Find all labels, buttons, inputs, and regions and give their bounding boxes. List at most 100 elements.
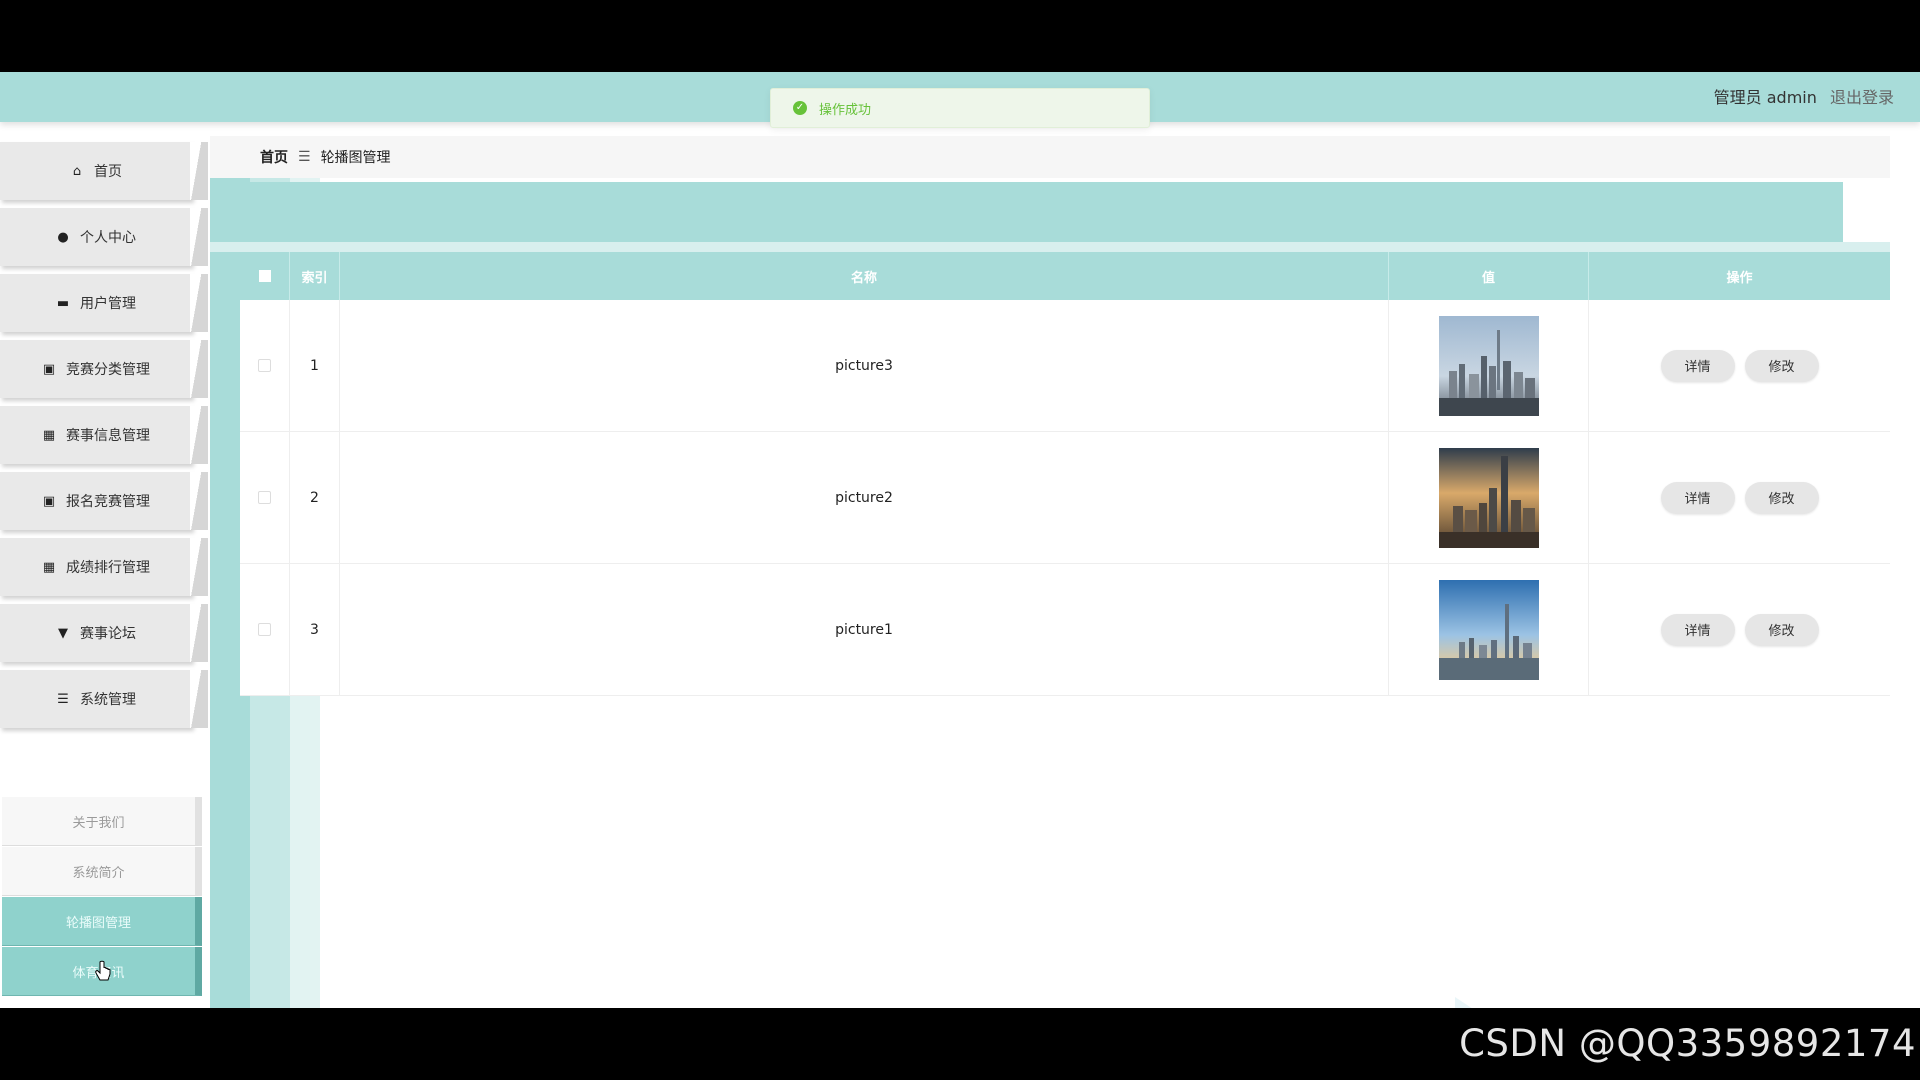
sidebar-item-label: 系统管理: [80, 692, 136, 708]
content-banner-edge: [210, 242, 1890, 252]
menu-wedge: [190, 208, 208, 266]
menu-slab[interactable]: ▼ 赛事论坛: [0, 604, 192, 662]
row-actions: 详情 修改: [1589, 432, 1890, 563]
menu-slab[interactable]: ⌂ 首页: [0, 142, 192, 200]
edit-button[interactable]: 修改: [1744, 481, 1819, 514]
play-logo-icon: [1455, 997, 1472, 1008]
sidebar-item-label: 赛事信息管理: [66, 428, 150, 444]
sidebar-item-users[interactable]: ▬ 用户管理: [0, 274, 210, 332]
row-index: 1: [290, 300, 340, 431]
menu-slab[interactable]: ☰ 系统管理: [0, 670, 192, 728]
sidebar-item-forum[interactable]: ▼ 赛事论坛: [0, 604, 210, 662]
column-index: 索引: [290, 252, 340, 300]
row-actions: 详情 修改: [1589, 300, 1890, 431]
row-name: picture2: [340, 432, 1389, 563]
menu-wedge: [190, 604, 208, 662]
table-row: 2 picture2 详情 修改: [240, 432, 1890, 564]
edit-button[interactable]: 修改: [1744, 349, 1819, 382]
list-icon: ☰: [57, 691, 69, 707]
column-value: 值: [1389, 252, 1589, 300]
sidebar-item-label: 成绩排行管理: [66, 560, 150, 576]
screen: 管理员 admin 退出登录 ✓ 操作成功 首页 ☰ 轮播图管理 索引 名称 值…: [0, 0, 1920, 1080]
edit-button[interactable]: 修改: [1744, 613, 1819, 646]
sidebar-item-events[interactable]: ▦ 赛事信息管理: [0, 406, 210, 464]
row-index: 2: [290, 432, 340, 563]
sidebar-item-label: 竞赛分类管理: [66, 362, 150, 378]
sidebar-item-registration[interactable]: ▣ 报名竞赛管理: [0, 472, 210, 530]
user-icon: ●: [57, 229, 69, 245]
menu-wedge: [190, 472, 208, 530]
row-name: picture1: [340, 564, 1389, 695]
city-skyline-thumbnail[interactable]: [1438, 447, 1539, 548]
row-actions: 详情 修改: [1589, 564, 1890, 695]
menu-slab[interactable]: ● 个人中心: [0, 208, 192, 266]
sidebar-item-ranking[interactable]: ▦ 成绩排行管理: [0, 538, 210, 596]
breadcrumb: 首页 ☰ 轮播图管理: [210, 136, 1890, 178]
city-skyline-thumbnail[interactable]: [1438, 579, 1539, 680]
row-select: [240, 564, 290, 695]
table-row: 1 picture3 详情 修改: [240, 300, 1890, 432]
submenu-intro[interactable]: 系统简介: [2, 847, 202, 896]
table-row: 3 picture1 详情 修改: [240, 564, 1890, 696]
sidebar-item-label: 报名竞赛管理: [66, 494, 150, 510]
chat-icon: ▬: [56, 295, 70, 311]
menu-slab[interactable]: ▦ 成绩排行管理: [0, 538, 192, 596]
row-select: [240, 432, 290, 563]
watermark: CSDN @QQ3359892174: [1459, 1022, 1916, 1065]
sidebar-item-label: 首页: [94, 164, 122, 180]
home-icon: ⌂: [72, 163, 82, 179]
table-header: 索引 名称 值 操作: [240, 252, 1890, 300]
submenu-about[interactable]: 关于我们: [2, 797, 202, 846]
menu-slab[interactable]: ▬ 用户管理: [0, 274, 192, 332]
menu-wedge: [190, 340, 208, 398]
clipboard-icon: ▣: [42, 361, 56, 377]
row-value: [1389, 564, 1589, 695]
row-value: [1389, 300, 1589, 431]
toast-message: 操作成功: [819, 102, 872, 118]
menu-wedge: [190, 406, 208, 464]
breadcrumb-home[interactable]: 首页: [260, 147, 288, 167]
sidebar-item-category[interactable]: ▣ 竞赛分类管理: [0, 340, 210, 398]
sidebar-item-label: 赛事论坛: [80, 626, 136, 642]
sidebar-item-home[interactable]: ⌂ 首页: [0, 142, 210, 200]
check-circle-icon: ✓: [793, 101, 807, 115]
menu-wedge: [190, 538, 208, 596]
success-toast: ✓ 操作成功: [770, 88, 1150, 128]
grid-icon: ▦: [42, 559, 56, 575]
menu-slab[interactable]: ▣ 竞赛分类管理: [0, 340, 192, 398]
menu-icon: ☰: [298, 149, 311, 165]
select-all-checkbox[interactable]: [258, 270, 271, 282]
row-value: [1389, 432, 1589, 563]
submenu-carousel[interactable]: 轮播图管理: [2, 897, 202, 946]
row-checkbox[interactable]: [258, 491, 271, 504]
comment-icon: ▼: [58, 625, 68, 641]
city-skyline-thumbnail[interactable]: [1438, 315, 1539, 416]
detail-button[interactable]: 详情: [1660, 349, 1735, 382]
sidebar-item-system[interactable]: ☰ 系统管理: [0, 670, 210, 728]
menu-slab[interactable]: ▣ 报名竞赛管理: [0, 472, 192, 530]
menu-slab[interactable]: ▦ 赛事信息管理: [0, 406, 192, 464]
detail-button[interactable]: 详情: [1660, 481, 1735, 514]
row-name: picture3: [340, 300, 1389, 431]
sidebar: ⌂ 首页 ● 个人中心 ▬ 用户管理 ▣ 竞赛分类管理 ▦ 赛事信息管理 ▣ 报名竞赛管理: [0, 142, 210, 1008]
row-checkbox[interactable]: [258, 623, 271, 636]
sidebar-item-label: 用户管理: [80, 296, 136, 312]
row-index: 3: [290, 564, 340, 695]
content-banner: [210, 182, 1843, 250]
column-name: 名称: [340, 252, 1389, 300]
column-actions: 操作: [1726, 270, 1753, 286]
sidebar-item-profile[interactable]: ● 个人中心: [0, 208, 210, 266]
carousel-table: 索引 名称 值 操作 1 picture3 详情 修改 2 picture2 详…: [240, 252, 1890, 696]
sidebar-item-label: 个人中心: [80, 230, 136, 246]
hand-cursor-icon: [95, 960, 111, 981]
row-checkbox[interactable]: [258, 359, 271, 372]
logout-link[interactable]: 退出登录: [1830, 88, 1894, 107]
app-window: 管理员 admin 退出登录 ✓ 操作成功 首页 ☰ 轮播图管理 索引 名称 值…: [0, 72, 1920, 1008]
row-select: [240, 300, 290, 431]
grid-icon: ▦: [42, 427, 56, 443]
header-select-all: [240, 252, 290, 300]
detail-button[interactable]: 详情: [1660, 613, 1735, 646]
user-label: 管理员 admin: [1713, 88, 1817, 107]
breadcrumb-current: 轮播图管理: [320, 150, 391, 166]
menu-wedge: [190, 142, 208, 200]
